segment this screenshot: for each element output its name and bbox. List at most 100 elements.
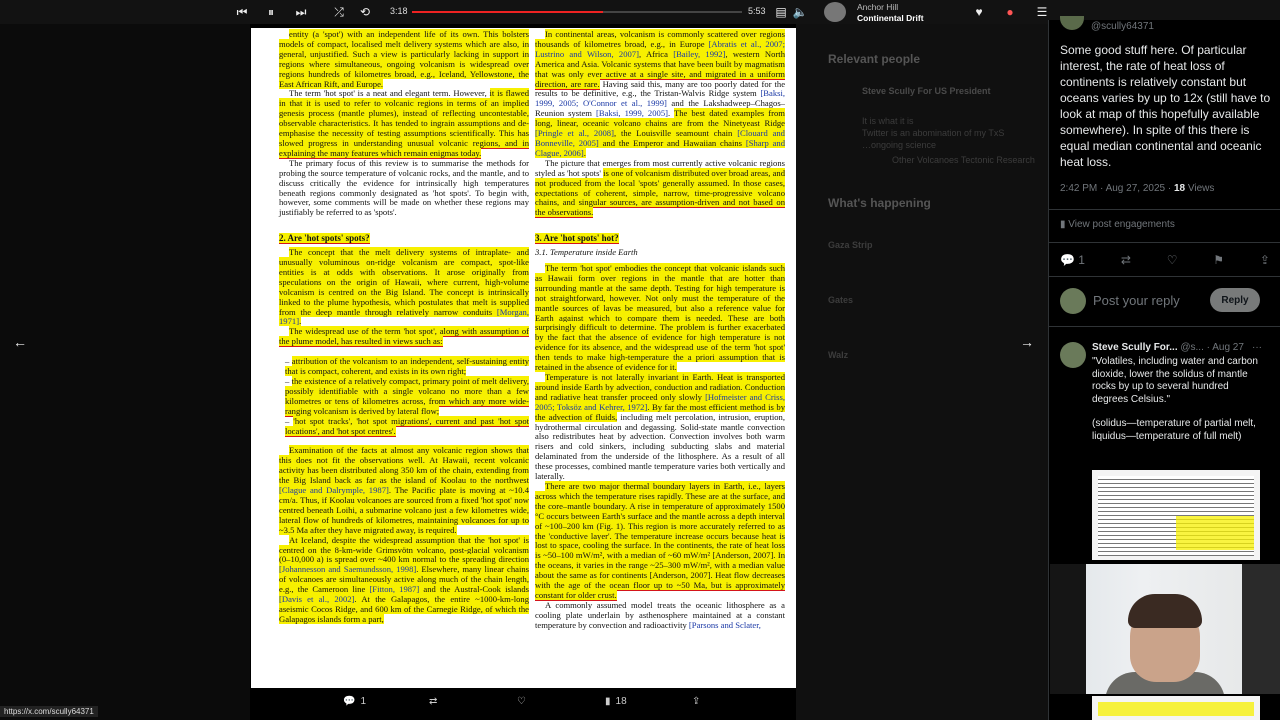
paper-text-run: , Africa: [638, 48, 674, 59]
paper-text-run: At Iceland, despite the widespread assum…: [279, 534, 529, 565]
share-icon[interactable]: ⇪: [1260, 253, 1270, 267]
trend-item[interactable]: Gates: [828, 295, 853, 305]
heart-icon[interactable]: ♥: [971, 4, 987, 20]
paper-paragraph: There are two major thermal boundary lay…: [535, 480, 786, 601]
share-icon: ⇪: [692, 696, 701, 707]
paper-paragraph: The widespread use of the term 'hot spot…: [279, 326, 529, 348]
bookmark-icon[interactable]: ⚑: [1213, 253, 1224, 267]
comment-handle[interactable]: @s...: [1180, 342, 1204, 353]
author-handle[interactable]: @scully64371: [1091, 21, 1154, 32]
volume-icon[interactable]: 🔈: [792, 4, 808, 20]
webcam-person-hair: [1128, 594, 1202, 628]
media-progress-bar[interactable]: [412, 11, 742, 13]
lyrics-icon[interactable]: ▤: [773, 4, 789, 20]
like-action[interactable]: ♡: [517, 696, 526, 707]
comment-date[interactable]: · Aug 27: [1207, 342, 1244, 353]
trend-item[interactable]: Walz: [828, 350, 848, 360]
paper-section-heading: 3. Are 'hot spots' hot?: [535, 233, 785, 245]
paper-paragraph: The picture that emerges from most curre…: [535, 158, 785, 219]
shuffle-icon[interactable]: ⤮: [331, 4, 347, 20]
citation-link[interactable]: [Baksi, 1999, 2005]: [596, 108, 668, 118]
citation-link[interactable]: [Parsons and Sclater,: [689, 620, 761, 630]
comment-note: (solidus—temperature of partial melt, li…: [1092, 418, 1256, 442]
citation-link[interactable]: [Clague and Dalrymple, 1987]: [279, 485, 389, 496]
author-avatar[interactable]: [1060, 16, 1084, 30]
thumbnail-highlight: [1176, 516, 1254, 550]
share-action[interactable]: ⇪: [692, 696, 700, 707]
citation-link[interactable]: [Bailey, 1992]: [673, 48, 726, 59]
view-engagements-link[interactable]: ▮ View post engagements: [1060, 219, 1175, 230]
like-icon[interactable]: ♡: [1167, 253, 1178, 267]
paper-text-run: The primary focus of this review is to s…: [279, 157, 529, 218]
paper-text-run: the existence of a relatively compact, p…: [285, 376, 529, 417]
clock-time: 5:53: [748, 6, 766, 16]
media-elapsed-time: 3:18: [390, 6, 408, 16]
retweet-icon: ⇄: [429, 696, 438, 707]
paper-subsection-heading: 3.1. Temperature inside Earth: [535, 247, 785, 258]
more-options-icon[interactable]: ···: [1252, 342, 1262, 353]
paper-paragraph: Temperature is not laterally invariant i…: [535, 372, 785, 482]
paper-text-run: The term 'hot spot' embodies the concept…: [535, 263, 785, 373]
sidebar-background: [796, 20, 1048, 720]
views-icon: ▮: [605, 696, 611, 707]
reply-count: 1: [360, 696, 367, 707]
comment-header: Steve Scully For... @s... · Aug 27 ···: [1092, 342, 1262, 353]
relevant-person-bio-3: …ongoing science: [862, 140, 937, 150]
profile-icon[interactable]: ●: [1002, 4, 1018, 20]
paper-paragraph: The term 'hot spot' embodies the concept…: [535, 263, 785, 373]
previous-track-icon[interactable]: ⏮: [234, 4, 250, 20]
paper-paragraph: The term 'hot spot' is a neat and elegan…: [279, 88, 529, 159]
like-icon: ♡: [517, 696, 526, 707]
reply-submit-button[interactable]: Reply: [1210, 288, 1260, 312]
views-action[interactable]: ▮ 18: [605, 696, 627, 707]
paper-text-run: and the Austral-Cook islands: [419, 584, 529, 595]
divider: [1049, 242, 1280, 243]
divider: [1049, 276, 1280, 277]
comment-avatar[interactable]: [1060, 342, 1086, 368]
paper-bullet-item: the existence of a relatively compact, p…: [285, 376, 529, 417]
thumbnail-highlight: [1098, 702, 1254, 716]
paper-text-run: 2. Are 'hot spots' spots?: [279, 233, 370, 245]
whats-happening-heading: What's happening: [828, 196, 931, 210]
reply-input[interactable]: Post your reply: [1093, 293, 1180, 308]
citation-link[interactable]: [Fitton, 1987]: [369, 584, 420, 595]
retweet-icon[interactable]: ⇄: [1121, 253, 1131, 267]
trend-item[interactable]: Gaza Strip: [828, 240, 873, 250]
paper-right-column: In continental areas, volcanism is commo…: [535, 29, 786, 631]
post-meta: 2:42 PM · Aug 27, 2025 · 18 Views: [1060, 183, 1214, 194]
next-media-arrow-icon[interactable]: →: [1020, 334, 1034, 350]
queue-icon[interactable]: ☰: [1034, 4, 1050, 20]
left-background: [0, 20, 250, 720]
post-views-label: Views: [1185, 183, 1215, 194]
media-progress-fill: [412, 11, 604, 13]
citation-link[interactable]: [Pringle et al., 2008]: [535, 128, 614, 139]
repeat-icon[interactable]: ⟲: [357, 4, 373, 20]
divider: [1049, 326, 1280, 327]
paper-text-run: The widespread use of the term 'hot spot…: [279, 326, 529, 348]
pause-icon[interactable]: ⏸: [263, 4, 279, 20]
reply-button[interactable]: 💬 1: [1060, 253, 1085, 267]
webcam-frame-left: [1050, 564, 1086, 694]
reply-icon: 💬: [1060, 253, 1075, 267]
reply-count: 1: [1078, 253, 1085, 267]
citation-link[interactable]: [Johannesson and Saemundsson, 1998]: [279, 564, 417, 575]
post-time[interactable]: 2:42 PM · Aug 27, 2025 ·: [1060, 183, 1174, 194]
webcam-overlay: [1050, 564, 1280, 694]
comment-image-thumbnail[interactable]: [1092, 470, 1260, 560]
paper-text-run: In the continents, the rate of heat loss…: [535, 540, 786, 601]
paper-text-run: .: [583, 147, 586, 158]
comment-author-name[interactable]: Steve Scully For...: [1092, 342, 1178, 353]
next-track-icon[interactable]: ⏭: [293, 4, 309, 20]
retweet-action[interactable]: ⇄: [429, 696, 437, 707]
post-views-count: 18: [1173, 183, 1186, 194]
citation-link[interactable]: [Davis et al., 2002]: [279, 594, 355, 605]
relevant-person-bio: It is what it is: [862, 116, 914, 126]
previous-media-arrow-icon[interactable]: ←: [13, 334, 27, 350]
paper-paragraph: entity (a 'spot') with an independent li…: [279, 29, 529, 89]
relevant-person-name[interactable]: Steve Scully For US President: [862, 86, 991, 96]
comment-image-thumbnail-2[interactable]: [1092, 696, 1260, 720]
reply-action[interactable]: 💬 1: [343, 696, 366, 707]
paper-paragraph: Examination of the facts at almost any v…: [279, 445, 529, 535]
paper-text-run: , the Louisville seamount chain: [613, 128, 738, 139]
paper-text-run: it is flawed in that it is used to refer…: [279, 88, 529, 159]
